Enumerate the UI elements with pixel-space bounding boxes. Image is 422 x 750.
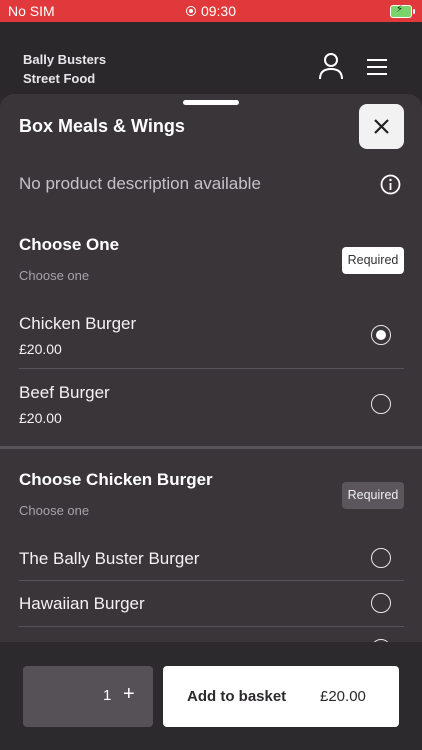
add-to-basket-price: £20.00 — [320, 688, 366, 705]
group-subtitle: Choose one — [19, 503, 90, 518]
footer-bar: 1 + Add to basket £20.00 — [0, 642, 422, 750]
app-header: Bally Busters Street Food — [0, 22, 422, 100]
close-button[interactable] — [359, 104, 404, 149]
quantity-stepper[interactable]: 1 + — [23, 666, 153, 727]
group-title-choose-chicken-burger: Choose Chicken Burger — [19, 470, 213, 489]
option-beef-burger[interactable]: Beef Burger £20.00 — [19, 369, 404, 445]
option-price: £20.00 — [19, 410, 62, 426]
option-name: Hawaiian Burger — [19, 594, 145, 613]
radio-unselected[interactable] — [371, 593, 391, 613]
option-name: Chicken Burger — [19, 314, 137, 333]
radio-unselected[interactable] — [371, 548, 391, 568]
option-bally-buster-burger[interactable]: The Bally Buster Burger — [19, 536, 404, 581]
required-badge: Required — [342, 482, 404, 509]
time-group: 09:30 — [0, 3, 422, 19]
option-name: Beef Burger — [19, 383, 110, 402]
status-bar: No SIM 09:30 ⚡ — [0, 0, 422, 22]
required-badge: Required — [342, 247, 404, 274]
product-title: Box Meals & Wings — [19, 116, 185, 136]
option-hawaiian-burger[interactable]: Hawaiian Burger — [19, 581, 404, 627]
plus-button[interactable]: + — [123, 683, 135, 706]
brand-line-2: Street Food — [23, 71, 96, 86]
battery-charging-icon: ⚡ — [390, 4, 415, 18]
close-icon — [374, 119, 389, 134]
group-subtitle: Choose one — [19, 268, 90, 283]
user-icon[interactable] — [318, 52, 344, 80]
section-divider — [0, 446, 422, 449]
brand-name[interactable]: Bally Busters Street Food — [23, 50, 106, 88]
info-icon[interactable] — [380, 174, 401, 195]
option-chicken-burger[interactable]: Chicken Burger £20.00 — [19, 300, 404, 369]
brand-line-1: Bally Busters — [23, 52, 107, 67]
sheet-grabber[interactable] — [183, 100, 239, 105]
group-title-choose-one: Choose One — [19, 235, 120, 254]
product-description: No product description available — [19, 174, 261, 193]
radio-unselected[interactable] — [371, 394, 391, 414]
option-name: The Bally Buster Burger — [19, 549, 200, 568]
quantity-value: 1 — [103, 687, 112, 704]
hamburger-menu-icon[interactable] — [364, 58, 390, 76]
screen-record-icon — [185, 6, 196, 17]
add-to-basket-button[interactable]: Add to basket £20.00 — [163, 666, 399, 727]
option-price: £20.00 — [19, 341, 62, 357]
radio-selected[interactable] — [371, 325, 391, 345]
status-time: 09:30 — [200, 3, 237, 19]
add-to-basket-label: Add to basket — [187, 688, 287, 705]
